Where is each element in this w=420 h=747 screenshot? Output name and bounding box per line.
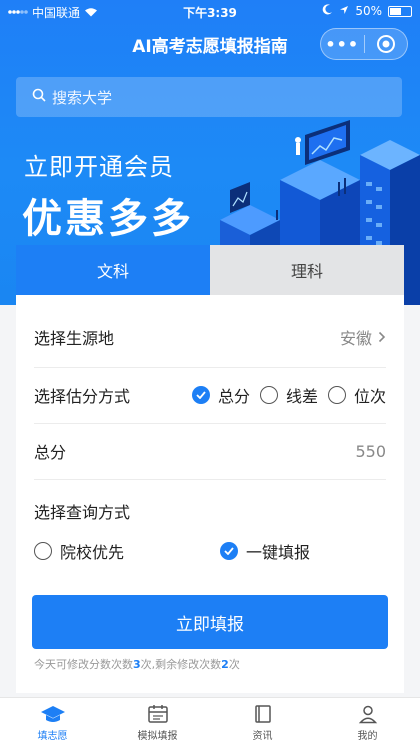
miniapp-capsule: ••• <box>320 28 408 60</box>
battery-text: 50% <box>355 4 382 18</box>
target-icon <box>376 35 395 53</box>
divider <box>34 367 386 368</box>
source-value-group: 安徽 <box>340 325 386 349</box>
radio-checked-icon <box>220 542 238 560</box>
tabbar-item-news[interactable]: 资讯 <box>210 698 315 747</box>
graduation-cap-icon <box>40 705 65 722</box>
radio-label: 院校优先 <box>60 543 125 562</box>
tabbar-item-mine[interactable]: 我的 <box>315 698 420 747</box>
divider <box>34 423 386 424</box>
radio-school-first[interactable]: 院校优先 <box>34 539 220 563</box>
radio-unchecked-icon <box>259 386 278 404</box>
edit-count-note: 今天可修改分数次数3次,剩余修改次数2次 <box>34 656 240 672</box>
chevron-right-icon <box>378 331 386 343</box>
note-suffix: 次 <box>228 658 240 671</box>
radio-line-diff[interactable]: 线差 <box>259 383 318 407</box>
query-method-label-row: 选择查询方式 <box>34 491 386 531</box>
radio-label: 位次 <box>353 387 386 406</box>
tab-liberal-arts[interactable]: 文科 <box>16 245 210 295</box>
close-button[interactable] <box>365 34 408 54</box>
location-icon <box>339 4 349 18</box>
moon-icon <box>322 4 333 18</box>
radio-label: 一键填报 <box>246 543 311 562</box>
book-icon <box>254 704 271 723</box>
battery-icon <box>388 5 412 17</box>
score-method-row: 选择估分方式 总分 线差 位次 <box>34 375 386 415</box>
bottom-tabbar: 填志愿 模拟填报 资讯 我的 <box>0 697 420 747</box>
more-button[interactable]: ••• <box>321 35 364 54</box>
query-method-options: 院校优先 一键填报 <box>34 531 386 571</box>
score-method-options: 总分 线差 位次 <box>191 383 386 407</box>
tabbar-label: 资讯 <box>252 730 273 742</box>
radio-one-click[interactable]: 一键填报 <box>220 539 310 563</box>
tabbar-item-simulate[interactable]: 模拟填报 <box>105 698 210 747</box>
tabbar-item-fill[interactable]: 填志愿 <box>0 698 105 747</box>
radio-label: 线差 <box>285 387 318 406</box>
navbar: AI高考志愿填报指南 ••• <box>0 26 420 62</box>
subject-tabs: 文科 理科 <box>16 245 404 295</box>
user-icon <box>358 705 377 723</box>
source-row[interactable]: 选择生源地 安徽 <box>34 317 386 357</box>
radio-checked-icon <box>191 386 210 404</box>
search-icon <box>32 88 46 106</box>
note-prefix: 今天可修改分数次数 <box>34 658 133 671</box>
tabbar-label: 模拟填报 <box>137 730 178 742</box>
radio-total-score[interactable]: 总分 <box>191 383 250 407</box>
note-count-remaining: 2 <box>221 658 229 671</box>
status-right: 50% <box>322 4 412 18</box>
radio-label: 总分 <box>217 387 250 406</box>
calendar-icon <box>147 704 168 723</box>
form-card: 选择生源地 安徽 选择估分方式 总分 线差 位次 总分 550 选择查询方式 院… <box>16 295 404 693</box>
source-label: 选择生源地 <box>34 329 115 348</box>
promo-line1: 立即开通会员 <box>24 153 174 181</box>
note-middle: 次,剩余修改次数 <box>140 658 222 671</box>
status-bar: 中国联通 下午3:39 50% <box>0 0 420 22</box>
submit-button[interactable]: 立即填报 <box>32 595 388 649</box>
total-score-input[interactable]: 550 <box>355 442 386 461</box>
header-banner: 中国联通 下午3:39 50% AI高考志愿填报指南 ••• 搜索大学 立即开通… <box>0 0 420 305</box>
promo-line2: 优惠多多 <box>22 196 194 242</box>
divider <box>34 479 386 480</box>
radio-rank[interactable]: 位次 <box>327 383 386 407</box>
tab-science[interactable]: 理科 <box>210 245 404 295</box>
score-method-label: 选择估分方式 <box>34 387 131 406</box>
total-score-label: 总分 <box>34 443 67 462</box>
search-placeholder: 搜索大学 <box>52 88 113 107</box>
tabbar-label: 填志愿 <box>37 730 68 742</box>
radio-unchecked-icon <box>34 542 52 560</box>
note-count-today: 3 <box>133 658 141 671</box>
total-score-row[interactable]: 总分 550 <box>34 431 386 471</box>
query-method-label: 选择查询方式 <box>34 503 131 522</box>
radio-unchecked-icon <box>327 386 346 404</box>
tabbar-label: 我的 <box>357 730 378 742</box>
source-value: 安徽 <box>339 329 372 348</box>
